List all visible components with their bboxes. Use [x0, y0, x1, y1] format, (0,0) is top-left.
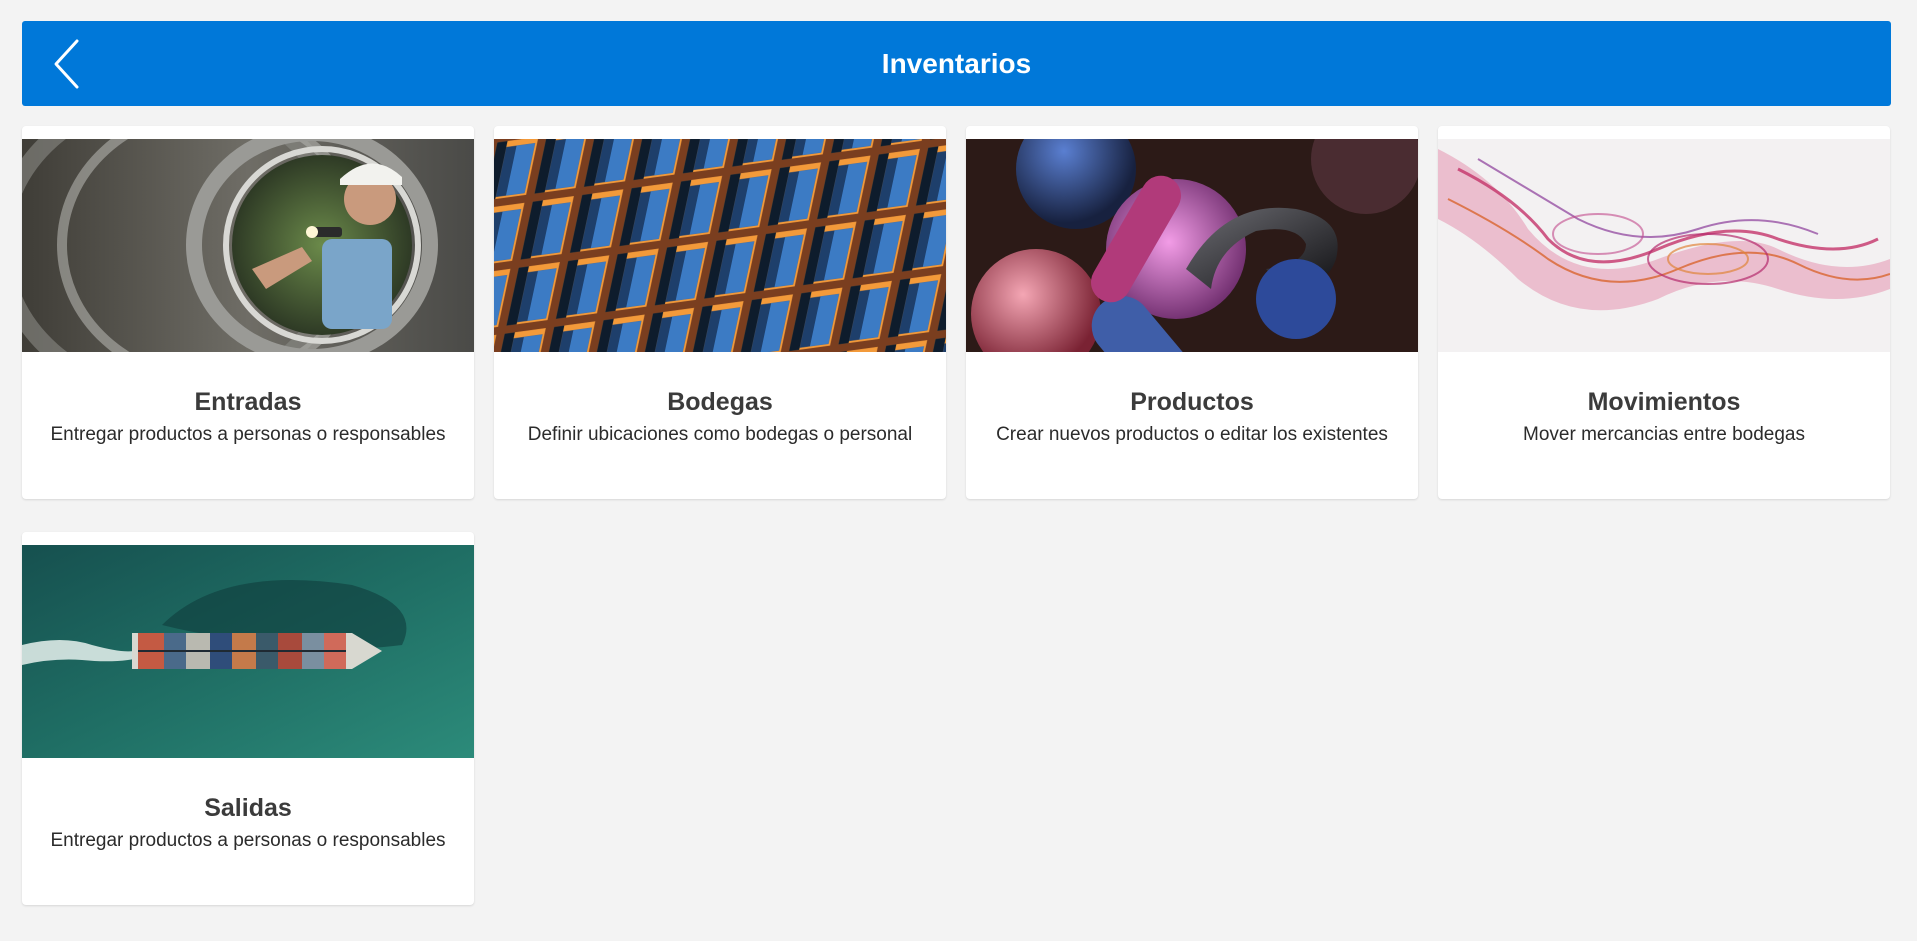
abstract-3d-shapes-photo: [966, 139, 1418, 352]
card-title: Productos: [1130, 388, 1254, 416]
page-title: Inventarios: [881, 48, 1032, 79]
card-description: Entregar productos a personas o responsa…: [50, 424, 446, 445]
card-image-entradas: [22, 139, 474, 352]
card-description: Definir ubicaciones como bodegas o perso…: [527, 424, 913, 445]
card-entradas[interactable]: Entradas Entregar productos a personas o…: [22, 126, 474, 499]
card-title: Entradas: [194, 388, 302, 416]
card-title: Salidas: [204, 794, 292, 822]
card-salidas[interactable]: Salidas Entregar productos a personas o …: [22, 532, 474, 905]
building-facade-photo: [494, 139, 946, 352]
card-description: Crear nuevos productos o editar los exis…: [996, 424, 1388, 445]
card-description: Mover mercancias entre bodegas: [1523, 424, 1805, 445]
card-image-movimientos: [1438, 139, 1890, 352]
cargo-ship-aerial-photo: [22, 545, 474, 758]
card-image-bodegas: [494, 139, 946, 352]
pipe-inspector-photo: [22, 139, 474, 352]
inventory-page: Inventarios Entradas Entregar productos …: [0, 0, 1917, 941]
header-bar: Inventarios: [22, 21, 1891, 106]
card-image-salidas: [22, 545, 474, 758]
card-title: Bodegas: [667, 388, 773, 416]
card-movimientos[interactable]: Movimientos Mover mercancias entre bodeg…: [1438, 126, 1890, 499]
abstract-fluid-art-photo: [1438, 139, 1890, 352]
card-productos[interactable]: Productos Crear nuevos productos o edita…: [966, 126, 1418, 499]
card-title: Movimientos: [1587, 388, 1741, 416]
card-description: Entregar productos a personas o responsa…: [50, 830, 446, 851]
card-image-productos: [966, 139, 1418, 352]
card-bodegas[interactable]: Bodegas Definir ubicaciones como bodegas…: [494, 126, 946, 499]
